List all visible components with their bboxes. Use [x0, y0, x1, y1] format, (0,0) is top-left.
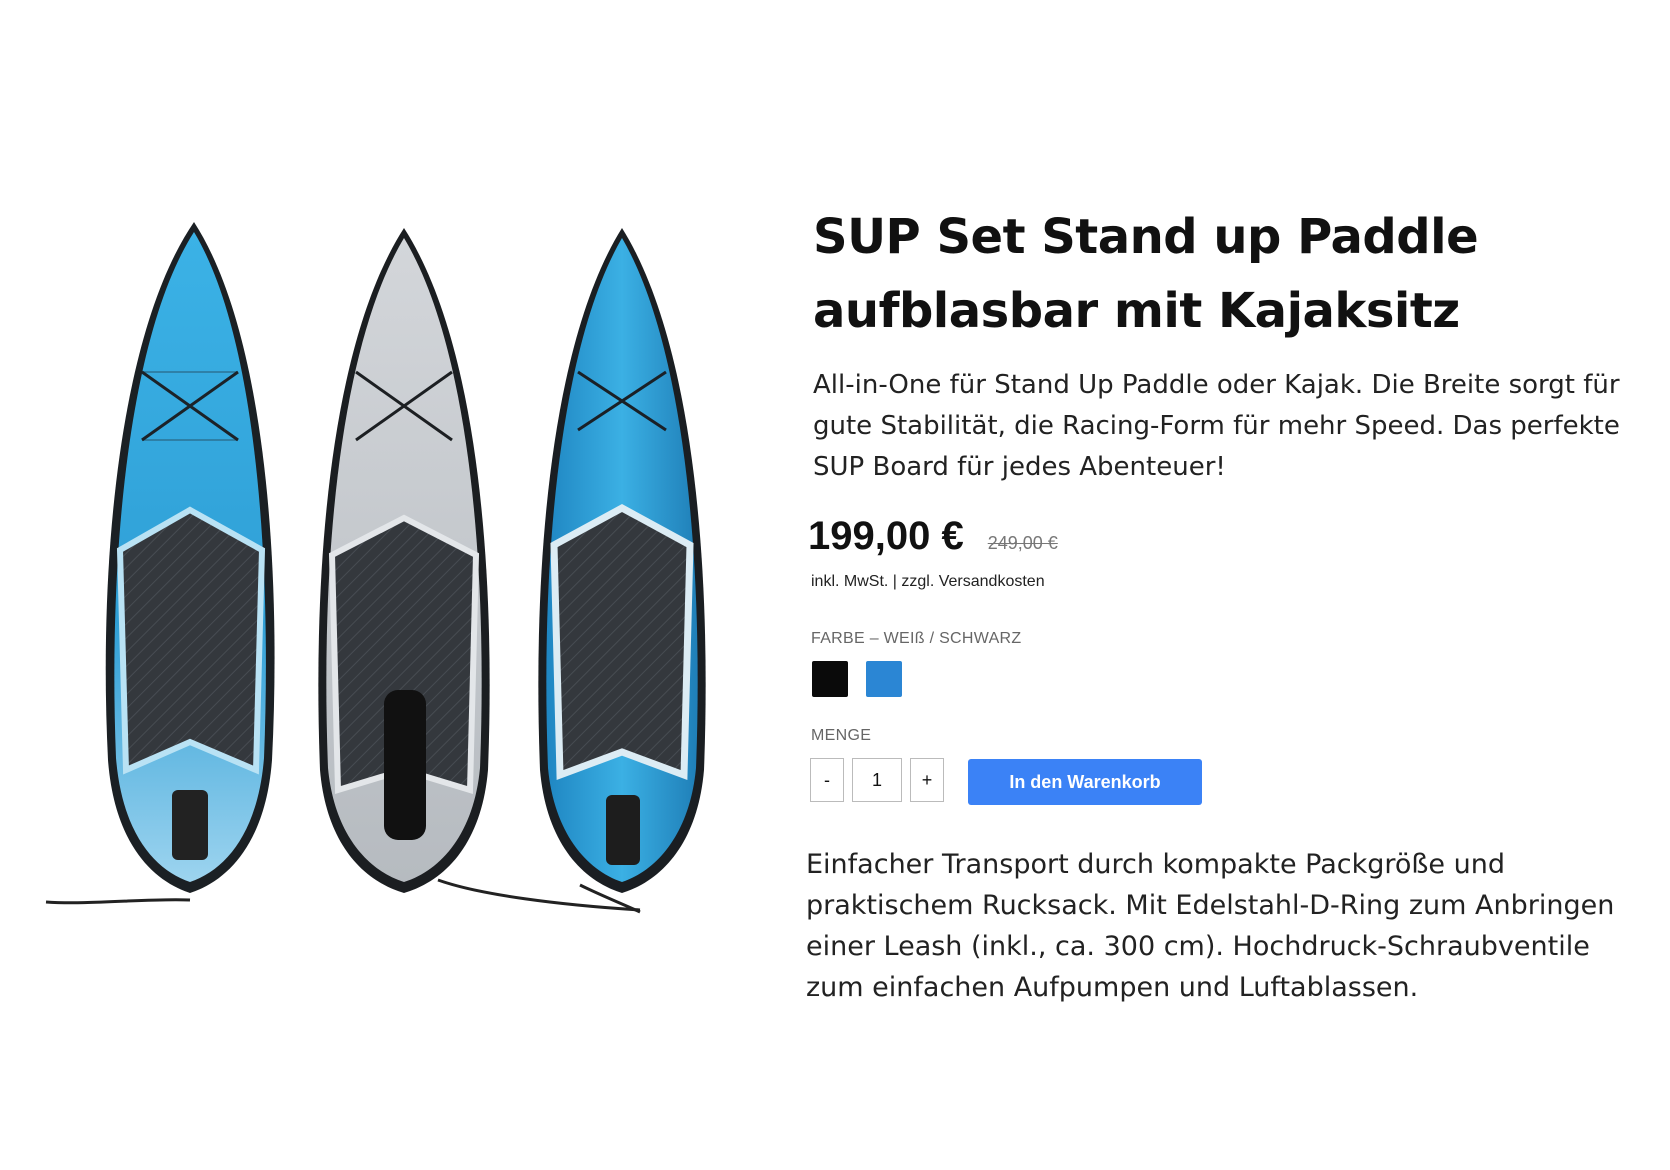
quantity-stepper: - 1 +: [810, 758, 944, 802]
current-price: 199,00 €: [808, 514, 964, 558]
price-row: 199,00 € 249,00 €: [808, 514, 1058, 559]
quantity-label: MENGE: [811, 727, 872, 744]
product-image: [0, 0, 800, 1170]
color-swatch-blue[interactable]: [866, 661, 902, 697]
product-intro: All-in-One für Stand Up Paddle oder Kaja…: [813, 370, 1620, 482]
board-blue: [45, 222, 275, 905]
old-price: 249,00 €: [987, 533, 1058, 553]
product-details-text: Einfacher Transport durch kompakte Packg…: [806, 849, 1615, 1003]
quantity-decrease-button[interactable]: -: [810, 758, 844, 802]
tax-note: inkl. MwSt. | zzgl. Versandkosten: [811, 573, 1045, 590]
sup-boards-illustration: [45, 222, 706, 914]
color-swatch-black[interactable]: [812, 661, 848, 697]
quantity-increase-button[interactable]: +: [910, 758, 944, 802]
add-to-cart-button[interactable]: In den Warenkorb: [968, 759, 1202, 805]
quantity-input[interactable]: 1: [852, 758, 902, 802]
color-label: FARBE – WEIß / SCHWARZ: [811, 630, 1022, 647]
product-title: SUP Set Stand up Paddle aufblasbar mit K…: [813, 209, 1479, 339]
board-teal: [538, 228, 706, 914]
